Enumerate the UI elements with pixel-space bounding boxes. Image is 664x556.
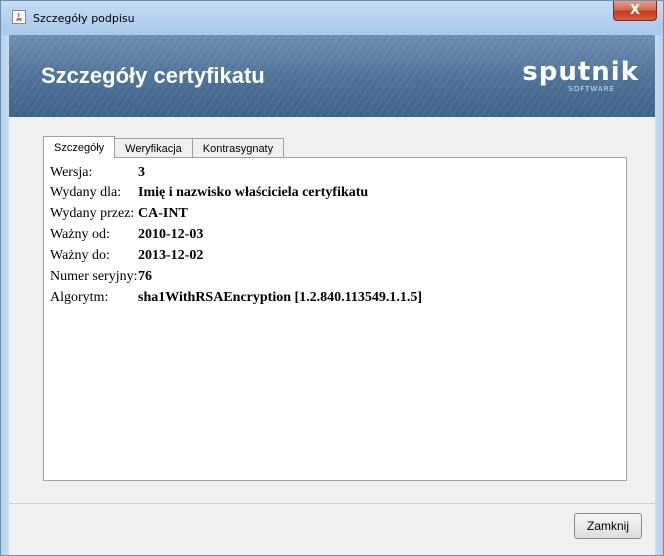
detail-value: 2010-12-03 bbox=[138, 227, 204, 242]
detail-row-valid-to: Ważny do: 2013-12-02 bbox=[50, 248, 203, 266]
detail-row-issued-by: Wydany przez: CA-INT bbox=[50, 206, 188, 224]
window-title: Szczegóły podpisu bbox=[33, 12, 135, 25]
detail-key: Algorytm: bbox=[50, 290, 109, 305]
title-bar[interactable]: Szczegóły podpisu X bbox=[1, 1, 663, 35]
tab-bar: Szczegóły Weryfikacja Kontrasygnaty bbox=[43, 136, 285, 158]
java-app-icon bbox=[12, 10, 26, 24]
page-title: Szczegóły certyfikatu bbox=[41, 63, 265, 88]
detail-key: Numer seryjny: bbox=[50, 269, 138, 284]
close-icon: X bbox=[629, 3, 641, 18]
footer-divider bbox=[9, 503, 655, 504]
detail-row-valid-from: Ważny od: 2010-12-03 bbox=[50, 227, 203, 245]
header-banner: Szczegóły certyfikatu sputnik SOFTWARE bbox=[9, 35, 655, 117]
detail-row-algorithm: Algorytm: sha1WithRSAEncryption [1.2.840.… bbox=[50, 290, 422, 308]
detail-key: Ważny od: bbox=[50, 227, 110, 242]
tab-szczegoly[interactable]: Szczegóły bbox=[43, 136, 116, 158]
window-frame-right bbox=[655, 35, 663, 555]
detail-value: 3 bbox=[138, 165, 145, 180]
detail-row-version: Wersja: 3 bbox=[50, 165, 145, 183]
detail-value: Imię i nazwisko właściciela certyfikatu bbox=[138, 185, 369, 200]
detail-value: sha1WithRSAEncryption [1.2.840.113549.1.… bbox=[138, 290, 423, 305]
sputnik-logo: sputnik bbox=[522, 57, 639, 87]
close-window-button[interactable]: X bbox=[613, 1, 657, 21]
close-button[interactable]: Zamknij bbox=[574, 513, 642, 539]
details-panel: Wersja: 3 Wydany dla: Imię i nazwisko właś… bbox=[43, 157, 627, 481]
tab-kontrasygnaty[interactable]: Kontrasygnaty bbox=[191, 138, 285, 158]
detail-value: 76 bbox=[138, 269, 152, 284]
dialog-window: Szczegóły podpisu X Szczegóły certyfikat… bbox=[0, 0, 664, 556]
detail-key: Wydany dla: bbox=[50, 185, 122, 200]
detail-key: Wydany przez: bbox=[50, 206, 135, 221]
tab-weryfikacja[interactable]: Weryfikacja bbox=[114, 138, 193, 158]
detail-value: CA-INT bbox=[138, 206, 188, 221]
window-frame-left bbox=[1, 35, 9, 555]
detail-key: Ważny do: bbox=[50, 248, 110, 263]
detail-row-serial-number: Numer seryjny:76 bbox=[50, 269, 152, 287]
detail-row-issued-to: Wydany dla: Imię i nazwisko właściciela c… bbox=[50, 185, 368, 203]
detail-value: 2013-12-02 bbox=[138, 248, 204, 263]
detail-key: Wersja: bbox=[50, 165, 93, 180]
logo-subtitle: SOFTWARE bbox=[568, 85, 615, 93]
